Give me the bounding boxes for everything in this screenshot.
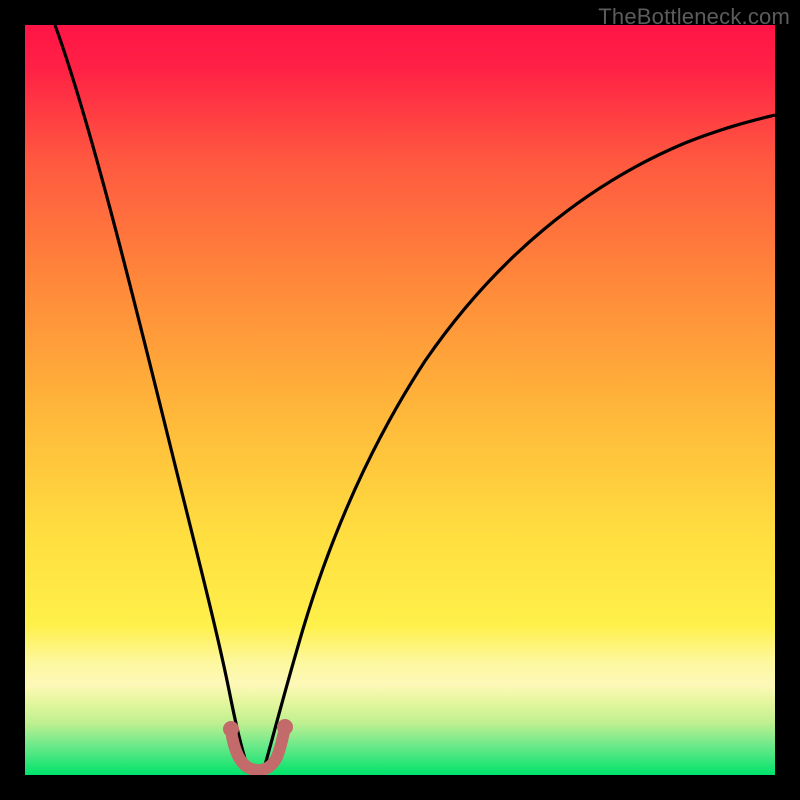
- watermark-text: TheBottleneck.com: [598, 4, 790, 30]
- chart-frame: [25, 25, 775, 775]
- chart-svg: [25, 25, 775, 775]
